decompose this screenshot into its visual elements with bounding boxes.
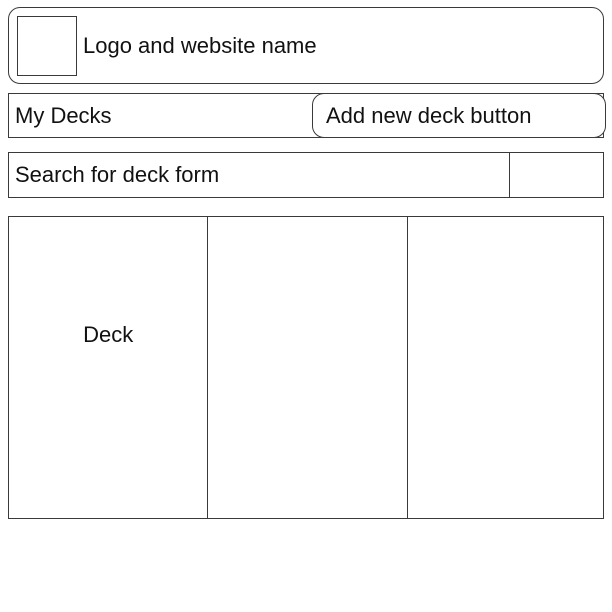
site-name[interactable]: Logo and website name — [83, 32, 317, 60]
deck-card[interactable] — [208, 217, 408, 518]
site-header: Logo and website name — [8, 7, 604, 84]
deck-search-input[interactable] — [9, 153, 510, 197]
logo-placeholder[interactable] — [17, 16, 77, 76]
decks-toolbar: My Decks Add new deck button — [8, 93, 606, 138]
page-title: My Decks — [15, 103, 112, 128]
add-deck-button-label: Add new deck button — [326, 103, 532, 128]
add-deck-button[interactable]: Add new deck button — [312, 93, 606, 138]
deck-card-label: Deck — [83, 322, 134, 347]
deck-search-submit-button[interactable] — [510, 153, 603, 197]
deck-search-form — [8, 152, 604, 198]
deck-card[interactable] — [408, 217, 603, 518]
deck-grid: Deck — [8, 216, 604, 519]
deck-card[interactable]: Deck — [9, 217, 209, 518]
